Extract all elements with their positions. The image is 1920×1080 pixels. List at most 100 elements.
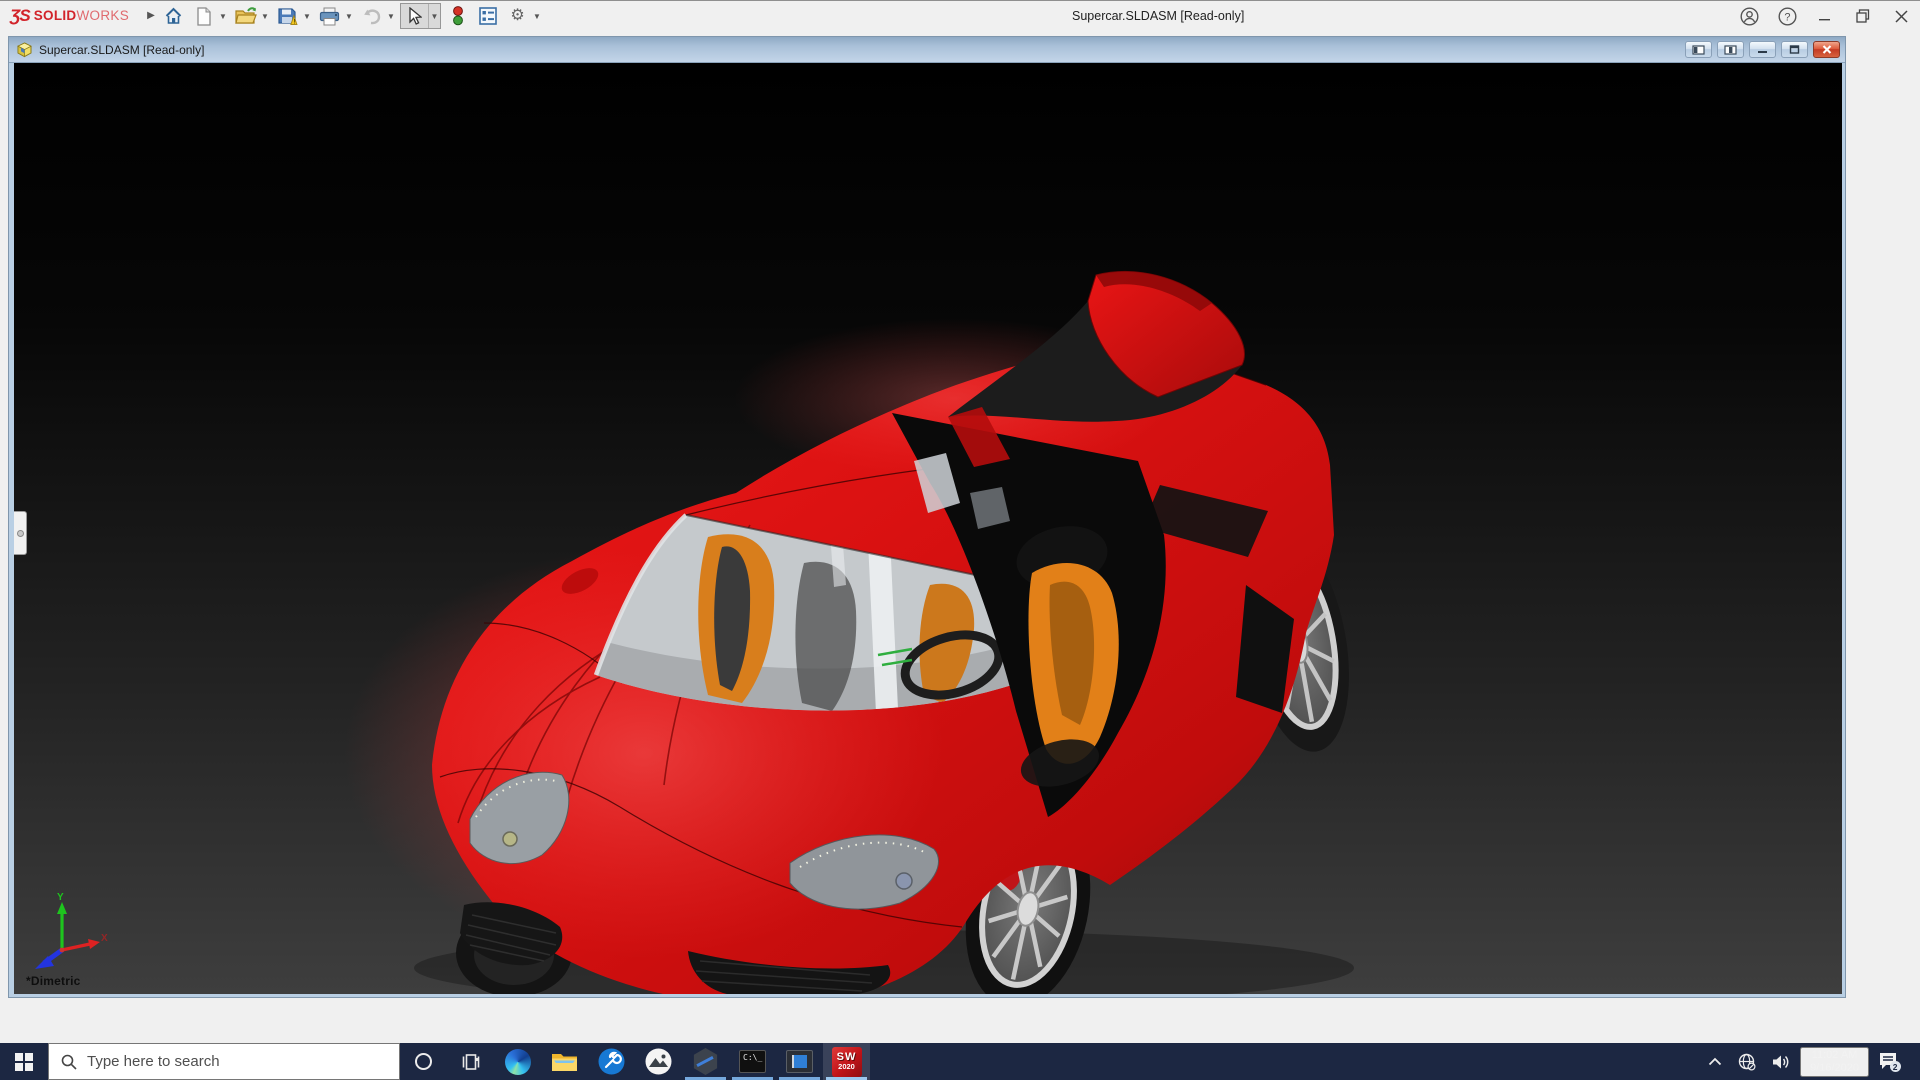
- undo-button-disabled[interactable]: [358, 3, 385, 29]
- toggle-left-pane-button[interactable]: [1685, 41, 1712, 58]
- taskbar-item-task-view[interactable]: [447, 1043, 494, 1080]
- undo-icon: [362, 8, 382, 25]
- close-icon: [1895, 10, 1908, 23]
- speaker-icon: [1772, 1054, 1791, 1070]
- save-dropdown[interactable]: ▼: [301, 3, 313, 29]
- command-prompt-icon: C:\_: [739, 1050, 766, 1073]
- doc-close-icon: [1822, 45, 1832, 54]
- restore-icon: [1856, 9, 1870, 23]
- taskbar-item-photos[interactable]: [635, 1043, 682, 1080]
- doc-restore-button[interactable]: [1781, 41, 1808, 58]
- doc-minimize-button[interactable]: [1749, 41, 1776, 58]
- options-button[interactable]: ⚙: [504, 3, 531, 29]
- taskbar: C:\_ SW 2020: [0, 1043, 1920, 1080]
- new-document-button[interactable]: [190, 3, 217, 29]
- help-icon: ?: [1778, 7, 1797, 26]
- select-cursor-icon: [407, 7, 422, 25]
- volume-button[interactable]: [1765, 1043, 1798, 1080]
- search-input[interactable]: [87, 1053, 357, 1070]
- home-icon: [164, 7, 183, 25]
- clock[interactable]: 11:02 AM 9/16/2020: [1800, 1047, 1869, 1077]
- pane-handle-dot: [17, 530, 24, 537]
- chevron-up-icon: [1708, 1057, 1722, 1066]
- restore-button[interactable]: [1844, 1, 1882, 31]
- account-button[interactable]: [1730, 1, 1768, 31]
- notification-badge: 2: [1893, 1062, 1898, 1072]
- rebuild-button[interactable]: [444, 3, 471, 29]
- solidworks-logo: ƷS SOLIDWORKS: [0, 1, 129, 30]
- brand-text-bold: SOLID: [34, 8, 77, 23]
- media-app-icon: [786, 1050, 813, 1073]
- solidworks-logo-mark: ƷS: [10, 6, 30, 26]
- select-tool-dropdown[interactable]: ▼: [428, 4, 440, 28]
- taskbar-item-cortana[interactable]: [400, 1043, 447, 1080]
- windows-logo-icon: [15, 1053, 33, 1071]
- open-button[interactable]: [232, 3, 259, 29]
- minimize-button[interactable]: [1806, 1, 1844, 31]
- new-document-dropdown[interactable]: ▼: [217, 3, 229, 29]
- taskbar-item-3d-viewer[interactable]: [682, 1043, 729, 1080]
- taskbar-item-file-explorer[interactable]: [541, 1043, 588, 1080]
- undo-dropdown[interactable]: ▼: [385, 3, 397, 29]
- document-titlebar[interactable]: Supercar.SLDASM [Read-only]: [9, 37, 1845, 63]
- task-view-icon: [460, 1053, 482, 1071]
- document-window: Supercar.SLDASM [Read-only]: [8, 36, 1846, 998]
- collapsed-pane-handle[interactable]: [14, 511, 27, 555]
- help-button[interactable]: ?: [1768, 1, 1806, 31]
- network-globe-offline-icon: [1738, 1053, 1756, 1071]
- network-button[interactable]: [1731, 1043, 1763, 1080]
- taskbar-item-edge[interactable]: [494, 1043, 541, 1080]
- screen: ƷS SOLIDWORKS ▶: [0, 0, 1920, 1080]
- select-tool-group: ▼: [400, 3, 441, 29]
- svg-text:?: ?: [1784, 11, 1790, 23]
- triad-x-label: X: [101, 933, 108, 944]
- solidworks-2020-icon: SW 2020: [832, 1047, 862, 1077]
- rebuild-traffic-light-icon: [452, 6, 464, 26]
- car-3d-model: [14, 63, 1842, 994]
- options-dropdown[interactable]: ▼: [531, 3, 543, 29]
- window-title: Supercar.SLDASM [Read-only]: [1072, 1, 1244, 31]
- notifications-button[interactable]: 2: [1871, 1043, 1909, 1080]
- close-button[interactable]: [1882, 1, 1920, 31]
- document-window-controls: [1685, 41, 1840, 58]
- wrench-tool-icon: [598, 1048, 625, 1075]
- document-title: Supercar.SLDASM [Read-only]: [39, 43, 204, 57]
- print-dropdown[interactable]: ▼: [343, 3, 355, 29]
- task-list-button[interactable]: [474, 3, 501, 29]
- print-icon: [319, 7, 340, 26]
- minimize-icon: [1819, 10, 1831, 22]
- photos-icon: [645, 1048, 672, 1075]
- taskbar-item-settings-tool[interactable]: [588, 1043, 635, 1080]
- brand-text-light: WORKS: [77, 8, 130, 23]
- taskbar-item-solidworks[interactable]: SW 2020: [823, 1043, 870, 1080]
- doc-close-button[interactable]: [1813, 41, 1840, 58]
- menu-expand-arrow-icon[interactable]: ▶: [143, 6, 159, 26]
- doc-minimize-icon: [1758, 46, 1768, 54]
- toggle-right-pane-button[interactable]: [1717, 41, 1744, 58]
- app-titlebar: ƷS SOLIDWORKS ▶: [0, 0, 1920, 30]
- print-button[interactable]: [316, 3, 343, 29]
- app-workspace: Supercar.SLDASM [Read-only]: [0, 30, 1920, 1043]
- open-dropdown[interactable]: ▼: [259, 3, 271, 29]
- account-icon: [1740, 7, 1759, 26]
- tray-date: 9/16/2020: [1810, 1062, 1859, 1075]
- tray-time: 11:02 AM: [1810, 1049, 1859, 1062]
- assembly-file-icon: [16, 42, 33, 58]
- left-pane-icon: [1692, 45, 1705, 55]
- hidden-icons-button[interactable]: [1701, 1043, 1729, 1080]
- search-icon: [61, 1054, 77, 1070]
- save-button[interactable]: !: [274, 3, 301, 29]
- taskbar-item-command-prompt[interactable]: C:\_: [729, 1043, 776, 1080]
- taskbar-search[interactable]: [48, 1043, 400, 1080]
- start-button[interactable]: [0, 1043, 48, 1080]
- graphics-area[interactable]: Y X *Dimetric: [14, 63, 1842, 994]
- window-controls: ?: [1730, 1, 1920, 31]
- select-tool-button[interactable]: [401, 3, 428, 29]
- taskbar-item-media-app[interactable]: [776, 1043, 823, 1080]
- new-document-icon: [196, 7, 212, 26]
- triad-y-label: Y: [57, 892, 64, 903]
- hexagon-app-icon: [692, 1048, 719, 1075]
- reference-triad: Y X: [30, 892, 110, 972]
- home-button[interactable]: [160, 3, 187, 29]
- task-list-icon: [479, 7, 497, 25]
